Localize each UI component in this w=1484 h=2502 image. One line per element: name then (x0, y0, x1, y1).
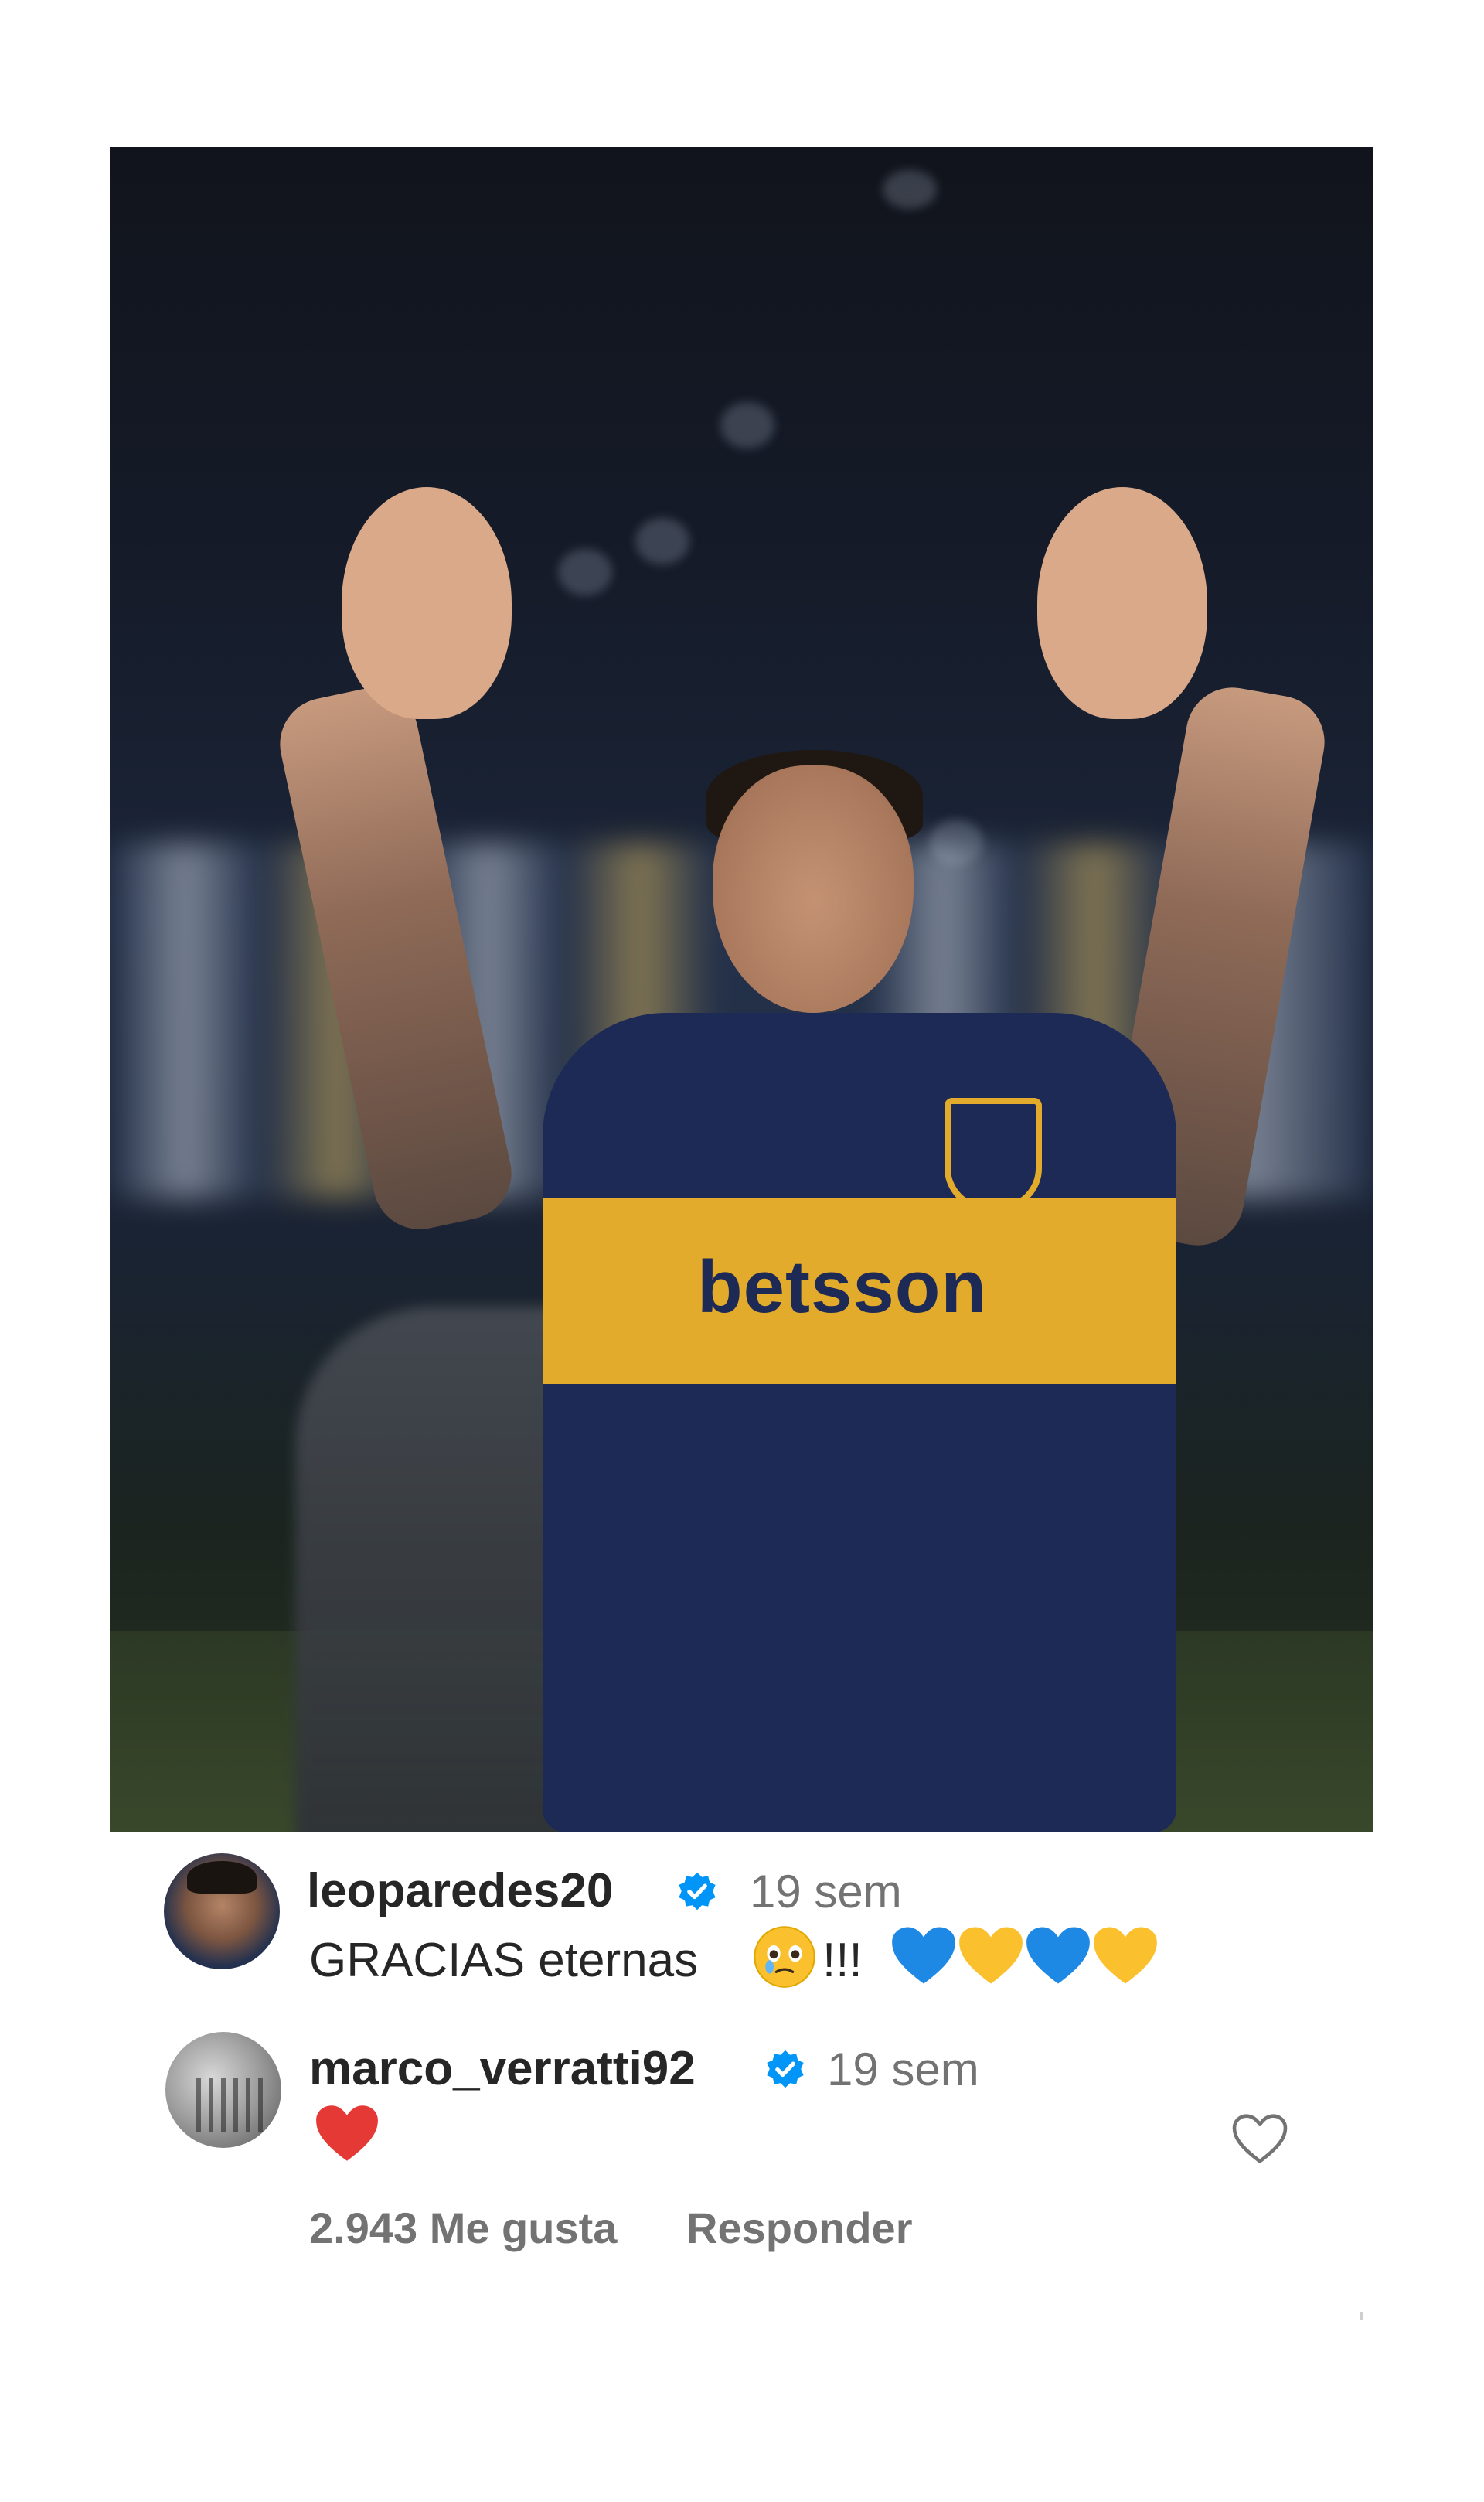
crying-face-emoji-icon (754, 1926, 815, 1988)
yellow-heart-emoji-icon (1094, 1927, 1157, 1984)
comment-username[interactable]: marco_verratti92 (309, 2045, 696, 2093)
comments-section: leoparedes20 19 sem GRACIAS eternas !!! (110, 1832, 1373, 2312)
red-heart-emoji-icon (316, 2105, 378, 2161)
blue-heart-emoji-icon (1026, 1927, 1090, 1984)
comment-timestamp: 19 sem (750, 1866, 902, 1917)
comment-text: GRACIAS eternas (309, 1934, 699, 1987)
likes-count[interactable]: 2.943 Me gusta (309, 2207, 617, 2250)
verified-badge-icon (767, 2050, 804, 2088)
comment-leoparedes20: leoparedes20 19 sem GRACIAS eternas !!! (110, 1832, 1346, 2010)
post-photo[interactable]: betsson (110, 147, 1373, 1832)
comment-exclamation: !!! (822, 1934, 863, 1987)
reply-button[interactable]: Responder (686, 2207, 913, 2250)
comment-timestamp: 19 sem (827, 2044, 979, 2095)
verified-badge-icon (679, 1872, 716, 1911)
comment-marco_verratti92: marco_verratti92 19 sem 2.943 Me gusta R… (110, 2010, 1346, 2304)
comment-username[interactable]: leoparedes20 (307, 1867, 613, 1915)
yellow-heart-emoji-icon (959, 1927, 1023, 1984)
like-heart-icon[interactable] (1231, 2113, 1288, 2164)
blue-heart-emoji-icon (892, 1927, 955, 1984)
avatar[interactable] (165, 2032, 281, 2148)
avatar[interactable] (164, 1853, 280, 1969)
